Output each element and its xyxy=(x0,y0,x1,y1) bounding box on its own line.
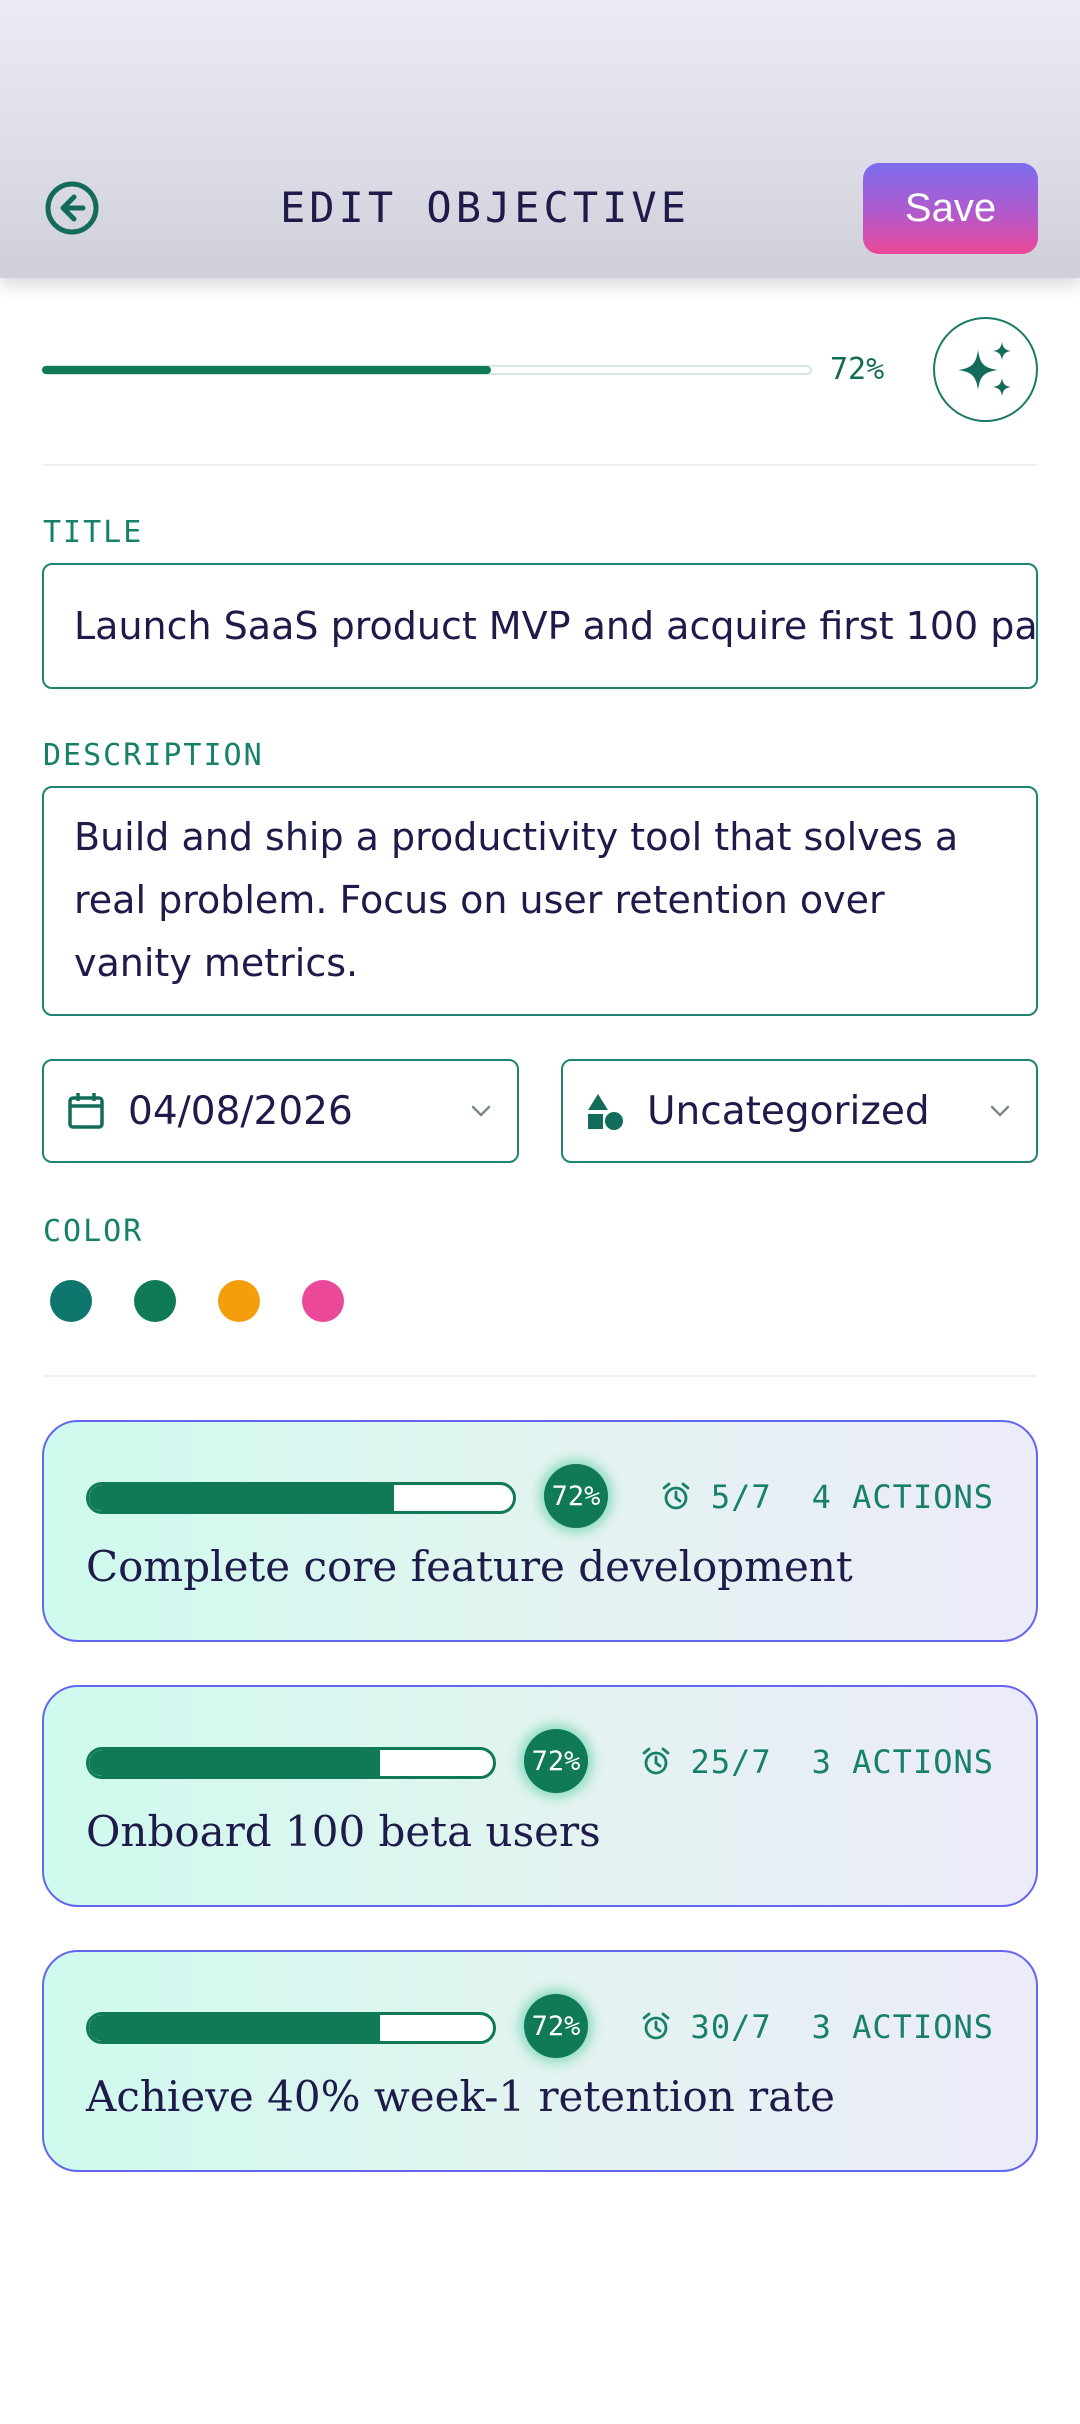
sparkles-icon xyxy=(957,341,1011,396)
key-result-due-date: 25/7 xyxy=(690,1743,772,1781)
key-result-card[interactable]: 72% 5/7 4 ACTIONS Complete core feature dev… xyxy=(42,1420,1038,1642)
category-value: Uncategorized xyxy=(647,1088,930,1134)
key-result-card[interactable]: 72% 25/7 3 ACTIONS Onboard 100 beta users xyxy=(42,1685,1038,1907)
key-result-meta: 5/7 4 ACTIONS xyxy=(661,1478,994,1516)
key-result-meta: 25/7 3 ACTIONS xyxy=(641,1743,994,1781)
color-swatch-2[interactable] xyxy=(134,1280,176,1322)
app-header: EDIT OBJECTIVE Save xyxy=(0,0,1080,278)
category-select[interactable]: Uncategorized xyxy=(561,1059,1038,1163)
color-swatch-4[interactable] xyxy=(302,1280,344,1322)
color-swatch-1[interactable] xyxy=(50,1280,92,1322)
color-label: COLOR xyxy=(43,1214,144,1249)
key-result-percent-badge: 72% xyxy=(544,1464,608,1528)
description-label: DESCRIPTION xyxy=(43,738,264,773)
key-result-due-date: 30/7 xyxy=(690,2008,772,2046)
chevron-down-icon xyxy=(986,1097,1014,1125)
shapes-icon xyxy=(585,1091,625,1131)
color-swatches xyxy=(50,1280,344,1322)
date-picker[interactable]: 04/08/2026 xyxy=(42,1059,519,1163)
key-result-card[interactable]: 72% 30/7 3 ACTIONS Achieve 40% week-1 reten… xyxy=(42,1950,1038,2172)
key-result-progress-bar xyxy=(86,2012,496,2044)
key-result-percent-badge: 72% xyxy=(524,1994,588,2058)
chevron-down-icon xyxy=(467,1097,495,1125)
key-result-title: Onboard 100 beta users xyxy=(86,1807,601,1856)
calendar-icon xyxy=(66,1091,106,1131)
description-input[interactable]: Build and ship a productivity tool that … xyxy=(42,786,1038,1016)
divider xyxy=(42,1375,1038,1377)
objective-progress-bar xyxy=(42,365,812,375)
date-value: 04/08/2026 xyxy=(128,1088,353,1134)
key-result-title: Achieve 40% week-1 retention rate xyxy=(86,2072,836,2121)
alarm-clock-icon xyxy=(641,1747,671,1777)
save-button[interactable]: Save xyxy=(863,163,1038,254)
title-label: TITLE xyxy=(43,515,144,550)
color-swatch-3[interactable] xyxy=(218,1280,260,1322)
alarm-clock-icon xyxy=(641,2012,671,2042)
key-result-progress-bar xyxy=(86,1482,516,1514)
ai-suggest-button[interactable] xyxy=(933,317,1038,422)
key-result-due-date: 5/7 xyxy=(710,1478,772,1516)
progress-fill xyxy=(42,366,492,374)
title-input[interactable]: Launch SaaS product MVP and acquire firs… xyxy=(42,563,1038,689)
key-result-progress-fill xyxy=(89,2015,380,2041)
alarm-clock-icon xyxy=(661,1482,691,1512)
key-result-actions-count: 4 ACTIONS xyxy=(811,1478,994,1516)
key-result-percent-badge: 72% xyxy=(524,1729,588,1793)
key-result-actions-count: 3 ACTIONS xyxy=(811,1743,994,1781)
key-result-title: Complete core feature development xyxy=(86,1542,853,1591)
key-result-progress-fill xyxy=(89,1750,380,1776)
divider xyxy=(42,464,1038,466)
progress-percent: 72% xyxy=(830,352,885,387)
key-result-progress-bar xyxy=(86,1747,496,1779)
key-result-actions-count: 3 ACTIONS xyxy=(811,2008,994,2046)
key-result-progress-fill xyxy=(89,1485,395,1511)
key-result-meta: 30/7 3 ACTIONS xyxy=(641,2008,994,2046)
